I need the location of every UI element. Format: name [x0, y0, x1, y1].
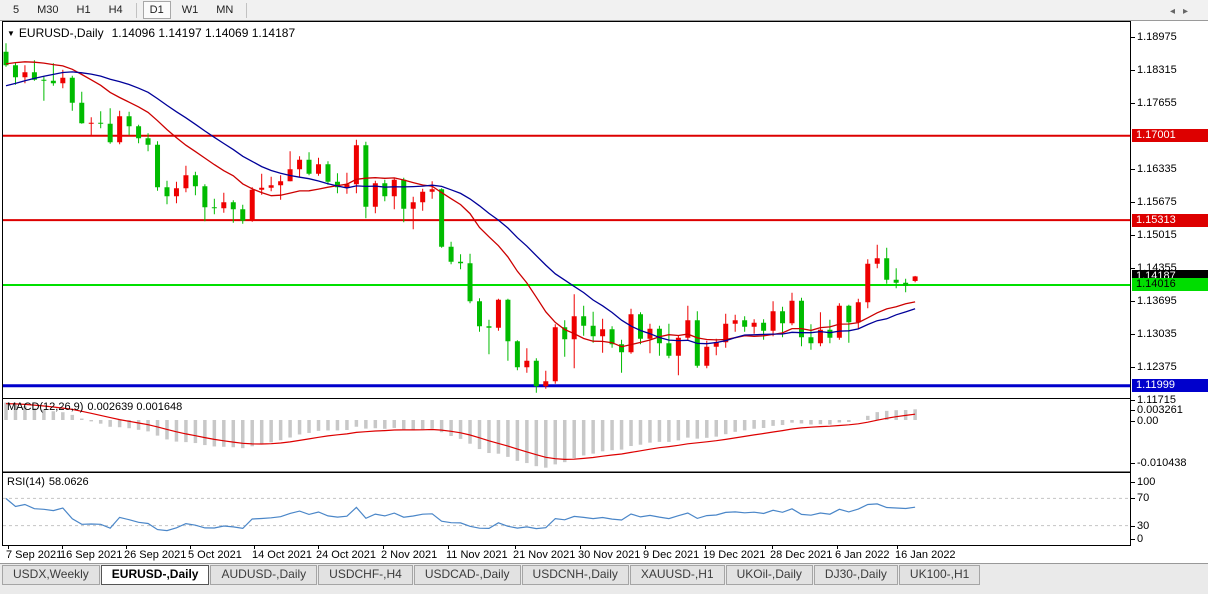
price-tick-mark [1131, 37, 1135, 38]
price-tick-mark [1131, 301, 1135, 302]
price-tick-label: 1.17655 [1137, 97, 1177, 109]
macd-tick-mark [1131, 410, 1135, 411]
price-tick-label: 1.12375 [1137, 361, 1177, 373]
price-tick-mark [1131, 400, 1135, 401]
macd-indicator-label: MACD(12,26,9) 0.002639 0.001648 [7, 401, 186, 413]
date-tick-label: 24 Oct 2021 [316, 549, 376, 561]
price-tick-mark [1131, 169, 1135, 170]
rsi-pane[interactable] [2, 473, 1131, 545]
price-tick-mark [1131, 70, 1135, 71]
trading-terminal-window: { "toolbar": { "buttons": ["5", "M30", "… [0, 0, 1208, 594]
macd-values: 0.002639 0.001648 [87, 401, 182, 413]
chart-symbol-title[interactable]: ▼ EURUSD-,Daily 1.14096 1.14197 1.14069 1.… [7, 26, 295, 40]
rsi-tick-label: 100 [1137, 476, 1155, 488]
date-tick-label: 11 Nov 2021 [446, 549, 508, 561]
tabs-scroll-left-icon[interactable]: ◂ [1170, 6, 1183, 17]
rsi-tick-mark [1131, 482, 1135, 483]
date-tick-label: 9 Dec 2021 [643, 549, 699, 561]
rsi-tick-mark [1131, 498, 1135, 499]
price-tick-mark [1131, 202, 1135, 203]
price-tick-mark [1131, 235, 1135, 236]
date-tick-label: 21 Nov 2021 [513, 549, 575, 561]
symbol-ohlc-values: 1.14096 1.14197 1.14069 1.14187 [112, 26, 296, 40]
date-tick-label: 30 Nov 2021 [578, 549, 640, 561]
price-tick-label: 1.13035 [1137, 328, 1177, 340]
price-badge: 1.15313 [1132, 214, 1208, 227]
price-badge: 1.11999 [1132, 379, 1208, 392]
price-tick-mark [1131, 268, 1135, 269]
date-tick-label: 14 Oct 2021 [252, 549, 312, 561]
macd-name: MACD(12,26,9) [7, 401, 83, 413]
rsi-name: RSI(14) [7, 476, 45, 488]
price-tick-label: 1.13695 [1137, 295, 1177, 307]
date-tick-label: 5 Oct 2021 [188, 549, 242, 561]
symbol-dropdown-icon[interactable]: ▼ [7, 29, 15, 38]
price-tick-label: 1.18975 [1137, 31, 1177, 43]
date-tick-label: 19 Dec 2021 [703, 549, 765, 561]
rsi-value: 58.0626 [49, 476, 89, 488]
macd-tick-mark [1131, 421, 1135, 422]
price-tick-mark [1131, 334, 1135, 335]
rsi-tick-label: 0 [1137, 533, 1143, 545]
date-tick-label: 26 Sep 2021 [124, 549, 186, 561]
date-tick-label: 6 Jan 2022 [835, 549, 889, 561]
macd-tick-mark [1131, 463, 1135, 464]
tab-scroll-arrows: ◂▸ [1170, 6, 1196, 17]
rsi-tick-label: 70 [1137, 492, 1149, 504]
price-chart-pane[interactable] [2, 22, 1131, 398]
date-tick-label: 16 Sep 2021 [60, 549, 122, 561]
rsi-indicator-label: RSI(14) 58.0626 [7, 476, 93, 488]
price-tick-label: 1.16335 [1137, 163, 1177, 175]
rsi-tick-label: 30 [1137, 520, 1149, 532]
price-tick-label: 1.18315 [1137, 64, 1177, 76]
price-tick-mark [1131, 103, 1135, 104]
rsi-tick-mark [1131, 526, 1135, 527]
macd-tick-label: 0.00 [1137, 415, 1158, 427]
price-badge: 1.17001 [1132, 129, 1208, 142]
price-tick-mark [1131, 367, 1135, 368]
price-badge: 1.14016 [1132, 278, 1208, 291]
rsi-tick-mark [1131, 539, 1135, 540]
date-tick-label: 7 Sep 2021 [6, 549, 62, 561]
price-tick-label: 1.15015 [1137, 229, 1177, 241]
symbol-title-label: EURUSD-,Daily [19, 26, 104, 40]
date-tick-label: 2 Nov 2021 [381, 549, 437, 561]
price-tick-label: 1.15675 [1137, 196, 1177, 208]
date-tick-label: 28 Dec 2021 [770, 549, 832, 561]
date-tick-label: 16 Jan 2022 [895, 549, 956, 561]
tabs-scroll-right-icon[interactable]: ▸ [1183, 6, 1196, 17]
macd-tick-label: -0.010438 [1137, 457, 1187, 469]
